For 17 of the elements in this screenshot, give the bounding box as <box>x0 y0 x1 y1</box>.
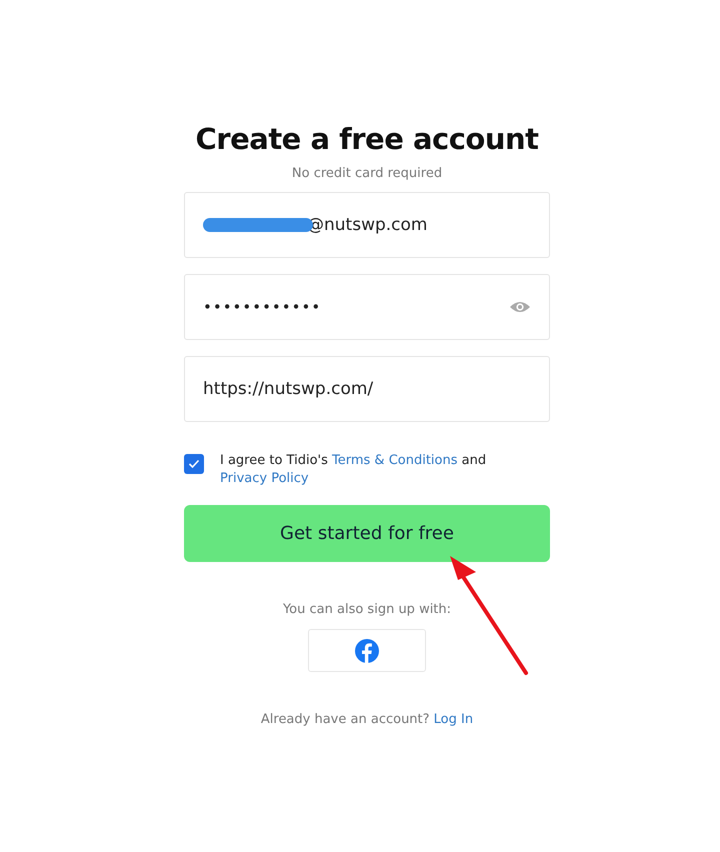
password-field[interactable]: •••••••••••• <box>184 274 550 340</box>
signup-prompt: You can also sign up with: <box>282 602 452 617</box>
terms-link[interactable]: Terms & Conditions <box>332 453 458 468</box>
checkmark-icon <box>188 459 200 469</box>
eye-icon[interactable] <box>509 300 531 314</box>
page-title: Create a free account <box>196 122 538 156</box>
login-prompt: Already have an account? Log In <box>260 712 474 727</box>
login-link[interactable]: Log In <box>434 712 474 727</box>
get-started-button[interactable]: Get started for free <box>184 505 550 562</box>
privacy-link[interactable]: Privacy Policy <box>220 471 309 486</box>
agree-checkbox[interactable] <box>184 454 204 474</box>
website-field[interactable]: https://nutswp.com/ <box>184 356 550 422</box>
facebook-icon <box>355 638 379 662</box>
facebook-button[interactable] <box>308 629 426 672</box>
agreement-text: I agree to Tidio's Terms & Conditions and Privacy Policy <box>220 452 488 488</box>
subtitle: No credit card required <box>292 166 442 181</box>
password-dots: •••••••••••• <box>203 298 322 316</box>
